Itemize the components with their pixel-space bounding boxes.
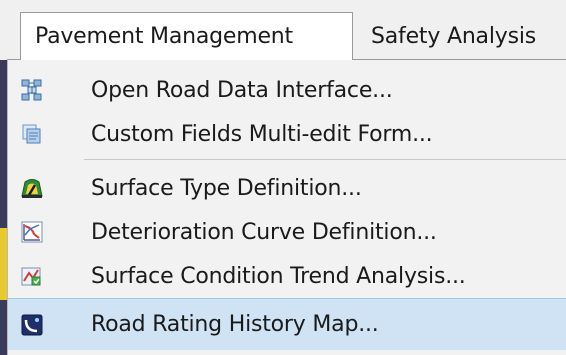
menu-bar: Pavement Management Safety Analysis: [0, 0, 566, 60]
pavement-management-dropdown: Open Road Data Interface... Custom Field…: [7, 59, 566, 355]
road-data-grid-icon: [20, 78, 44, 102]
deterioration-curve-icon: [20, 220, 44, 244]
menu-item-surface-condition-trend-analysis[interactable]: Surface Condition Trend Analysis...: [8, 254, 566, 298]
menu-safety-analysis-label: Safety Analysis: [371, 23, 537, 49]
background-window-edge: [0, 60, 7, 355]
rating-history-map-icon: [20, 313, 44, 337]
menu-item-surface-type-definition[interactable]: Surface Type Definition...: [8, 166, 566, 210]
app-window: Pavement Management Safety Analysis Open…: [0, 0, 566, 355]
menu-item-label: Surface Type Definition...: [91, 175, 362, 201]
menu-item-label: Road Rating History Map...: [91, 312, 379, 337]
trend-analysis-icon: [20, 264, 44, 288]
menu-item-label: Deterioration Curve Definition...: [91, 219, 437, 245]
menu-item-label: Surface Condition Trend Analysis...: [91, 263, 466, 289]
menu-item-deterioration-curve-definition[interactable]: Deterioration Curve Definition...: [8, 210, 566, 254]
menu-item-road-rating-history-map[interactable]: Road Rating History Map...: [8, 298, 566, 350]
menu-item-open-road-data-interface[interactable]: Open Road Data Interface...: [8, 68, 566, 112]
menu-safety-analysis[interactable]: Safety Analysis: [353, 12, 566, 60]
multi-edit-form-icon: [20, 122, 44, 146]
menu-separator: [84, 159, 566, 160]
surface-type-icon: [20, 176, 44, 200]
menu-item-custom-fields-multi-edit[interactable]: Custom Fields Multi-edit Form...: [8, 112, 566, 156]
menu-pavement-management-label: Pavement Management: [35, 24, 293, 49]
menu-item-label: Custom Fields Multi-edit Form...: [91, 121, 433, 147]
menu-pavement-management[interactable]: Pavement Management: [20, 12, 353, 60]
background-window-accent: [0, 228, 7, 300]
menu-item-label: Open Road Data Interface...: [91, 77, 393, 103]
